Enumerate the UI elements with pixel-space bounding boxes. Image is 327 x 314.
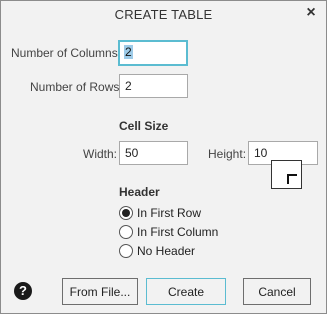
height-label: Height:	[208, 147, 247, 161]
cell-size-picker-icon[interactable]	[271, 160, 302, 189]
radio-label: In First Column	[137, 225, 219, 239]
cancel-button[interactable]: Cancel	[243, 278, 311, 305]
create-button[interactable]: Create	[146, 278, 226, 305]
radio-button[interactable]	[119, 225, 133, 239]
rows-input[interactable]: 2	[119, 74, 188, 98]
columns-input[interactable]: 2	[118, 40, 188, 66]
from-file-button[interactable]: From File...	[62, 278, 138, 305]
close-icon[interactable]: ×	[303, 5, 319, 21]
radio-button[interactable]	[119, 244, 133, 258]
columns-label: Number of Columns:	[11, 46, 122, 60]
radio-button-checked[interactable]	[119, 206, 133, 220]
cell-size-heading: Cell Size	[119, 119, 169, 133]
dialog-title: CREATE TABLE	[114, 7, 213, 22]
radio-in-first-row[interactable]: In First Row	[119, 206, 201, 220]
header-heading: Header	[119, 185, 160, 199]
width-label: Width:	[83, 147, 118, 161]
create-table-dialog: CREATE TABLE × Number of Columns: 2 Numb…	[0, 0, 327, 314]
rows-label: Number of Rows:	[30, 80, 123, 94]
radio-no-header[interactable]: No Header	[119, 244, 195, 258]
title-bar: CREATE TABLE ×	[1, 1, 326, 28]
picker-corner	[287, 174, 297, 184]
radio-label: No Header	[137, 244, 196, 258]
columns-value: 2	[124, 45, 133, 59]
radio-in-first-column[interactable]: In First Column	[119, 225, 218, 239]
width-input[interactable]: 50	[119, 141, 188, 165]
radio-label: In First Row	[137, 206, 202, 220]
help-icon[interactable]: ?	[14, 282, 32, 300]
